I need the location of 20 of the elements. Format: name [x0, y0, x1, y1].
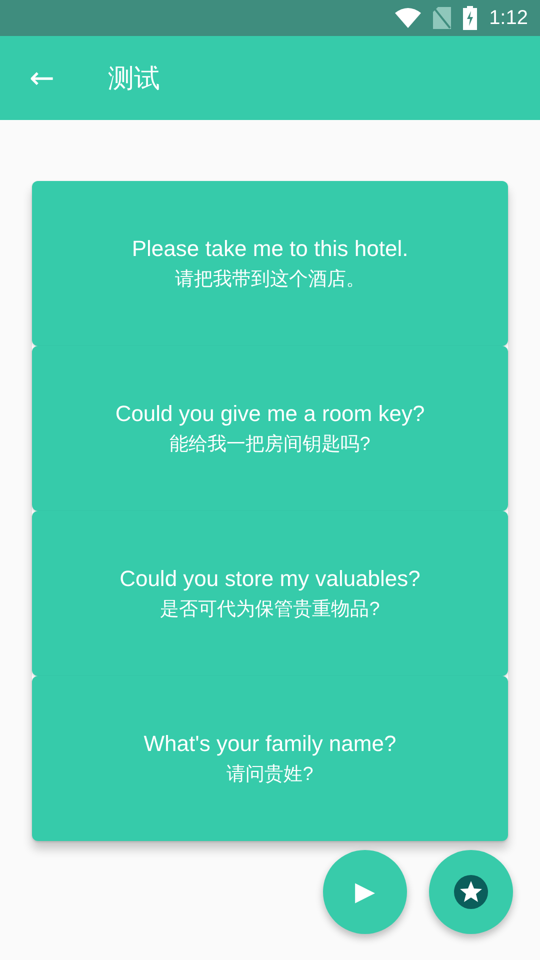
chinese-phrase: 请把我带到这个酒店。: [175, 268, 365, 292]
phrase-card[interactable]: What's your family name? 请问贵姓?: [32, 676, 508, 841]
english-phrase: Could you store my valuables?: [120, 566, 420, 592]
battery-charging-icon: [463, 6, 478, 30]
no-sim-icon: [433, 7, 452, 29]
back-button[interactable]: ←: [0, 36, 84, 120]
english-phrase: What's your family name?: [144, 730, 396, 756]
status-time: 1:12: [489, 6, 528, 30]
play-button[interactable]: ▶: [323, 850, 407, 934]
wifi-icon: [395, 8, 422, 28]
chinese-phrase: 是否可代为保管贵重物品?: [160, 598, 380, 622]
chinese-phrase: 能给我一把房间钥匙吗?: [170, 432, 370, 456]
phrase-card[interactable]: Please take me to this hotel. 请把我带到这个酒店。: [32, 181, 508, 346]
english-phrase: Could you give me a room key?: [115, 400, 425, 426]
chinese-phrase: 请问贵姓?: [226, 762, 314, 786]
phrase-card[interactable]: Could you store my valuables? 是否可代为保管贵重物品?: [32, 511, 508, 676]
favorite-button[interactable]: [429, 850, 513, 934]
page-title: 测试: [108, 62, 160, 94]
english-phrase: Please take me to this hotel.: [132, 236, 408, 262]
phrase-card[interactable]: Could you give me a room key? 能给我一把房间钥匙吗?: [32, 346, 508, 511]
